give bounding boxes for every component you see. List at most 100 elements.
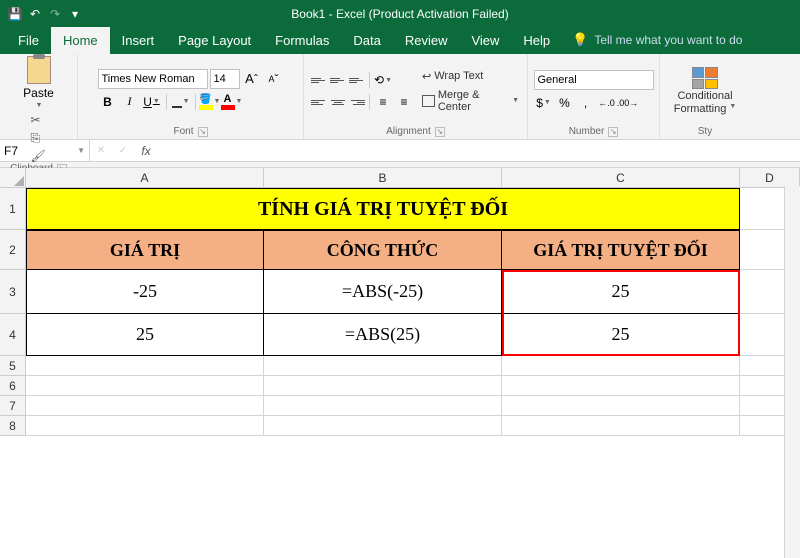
cut-button[interactable]: ✂ [31, 113, 47, 127]
tab-review[interactable]: Review [393, 27, 460, 54]
vertical-scrollbar[interactable] [784, 186, 800, 558]
cell-a2[interactable]: GIÁ TRỊ [26, 230, 264, 270]
col-header-a[interactable]: A [26, 168, 264, 188]
name-box-value: F7 [4, 144, 18, 158]
cell-c8[interactable] [502, 416, 740, 436]
row-header-4[interactable]: 4 [0, 314, 26, 356]
align-top-button[interactable] [310, 72, 328, 88]
cell-c5[interactable] [502, 356, 740, 376]
tab-help[interactable]: Help [511, 27, 562, 54]
cell-b3[interactable]: =ABS(-25) [264, 270, 502, 314]
border-icon [172, 96, 182, 108]
chevron-down-icon[interactable]: ▼ [77, 146, 85, 155]
bold-button[interactable]: B [98, 92, 118, 112]
underline-button[interactable]: U▼ [142, 92, 162, 112]
tell-me-search[interactable]: 💡 Tell me what you want to do [572, 32, 742, 54]
font-color-button[interactable]: A▼ [222, 92, 242, 112]
cell-b2[interactable]: CÔNG THỨC [264, 230, 502, 270]
tab-page-layout[interactable]: Page Layout [166, 27, 263, 54]
paste-button[interactable]: Paste ▼ [23, 56, 54, 109]
align-middle-button[interactable] [329, 72, 347, 88]
undo-icon[interactable]: ↶ [28, 7, 42, 21]
borders-button[interactable]: ▼ [171, 92, 191, 112]
wrap-text-label: Wrap Text [434, 70, 483, 82]
row-header-1[interactable]: 1 [0, 188, 26, 230]
group-alignment: ⟲▼ ≡ ≡ ↩ Wrap Text Merge & [304, 54, 528, 139]
cell-c2[interactable]: GIÁ TRỊ TUYỆT ĐỐI [502, 230, 740, 270]
formula-bar[interactable] [158, 140, 800, 161]
paste-icon [27, 56, 51, 84]
shrink-font-button[interactable]: Aˇ [264, 69, 284, 89]
increase-decimal-button[interactable]: ←.0 [597, 93, 617, 113]
tab-view[interactable]: View [459, 27, 511, 54]
alignment-group-label: Alignment [386, 126, 430, 137]
cell-a7[interactable] [26, 396, 264, 416]
cell-b8[interactable] [264, 416, 502, 436]
cell-c6[interactable] [502, 376, 740, 396]
wrap-text-button[interactable]: ↩ Wrap Text [420, 69, 521, 84]
align-bottom-button[interactable] [348, 72, 366, 88]
col-header-b[interactable]: B [264, 168, 502, 188]
decrease-indent-button[interactable]: ≡ [373, 92, 393, 112]
conditional-formatting-icon [692, 67, 718, 89]
font-name-select[interactable] [98, 69, 208, 89]
number-format-select[interactable] [534, 70, 654, 90]
merge-icon [422, 95, 435, 107]
row-header-3[interactable]: 3 [0, 270, 26, 314]
enter-formula-button[interactable]: ✓ [112, 140, 134, 161]
cell-a5[interactable] [26, 356, 264, 376]
alignment-launcher[interactable]: ↘ [435, 127, 445, 137]
cell-a6[interactable] [26, 376, 264, 396]
align-right-button[interactable] [348, 94, 366, 110]
cell-c7[interactable] [502, 396, 740, 416]
cell-a8[interactable] [26, 416, 264, 436]
col-header-c[interactable]: C [502, 168, 740, 188]
decrease-decimal-button[interactable]: .00→ [618, 93, 638, 113]
cell-c4[interactable]: 25 [502, 314, 740, 356]
cell-b6[interactable] [264, 376, 502, 396]
font-size-select[interactable] [210, 69, 240, 89]
number-launcher[interactable]: ↘ [608, 127, 618, 137]
chevron-down-icon: ▼ [512, 97, 519, 104]
currency-button[interactable]: $▼ [534, 93, 554, 113]
comma-button[interactable]: , [576, 93, 596, 113]
cell-c3[interactable]: 25 [502, 270, 740, 314]
tab-data[interactable]: Data [341, 27, 392, 54]
tab-insert[interactable]: Insert [110, 27, 167, 54]
name-box[interactable]: F7 ▼ [0, 140, 90, 161]
cell-a1-merged-title[interactable]: TÍNH GIÁ TRỊ TUYỆT ĐỐI [26, 188, 740, 230]
column-headers: A B C D [0, 168, 800, 188]
align-left-button[interactable] [310, 94, 328, 110]
redo-icon[interactable]: ↷ [48, 7, 62, 21]
row-header-2[interactable]: 2 [0, 230, 26, 270]
cell-b7[interactable] [264, 396, 502, 416]
merge-center-button[interactable]: Merge & Center ▼ [420, 88, 521, 114]
row-header-6[interactable]: 6 [0, 376, 26, 396]
row-header-7[interactable]: 7 [0, 396, 26, 416]
row-header-5[interactable]: 5 [0, 356, 26, 376]
tab-formulas[interactable]: Formulas [263, 27, 341, 54]
save-icon[interactable]: 💾 [8, 7, 22, 21]
tab-file[interactable]: File [6, 27, 51, 54]
tab-home[interactable]: Home [51, 27, 110, 54]
conditional-formatting-button[interactable]: Conditional Formatting▼ [674, 67, 737, 115]
cancel-formula-button[interactable]: ✕ [90, 140, 112, 161]
cell-a4[interactable]: 25 [26, 314, 264, 356]
grow-font-button[interactable]: Aˆ [242, 69, 262, 89]
align-center-button[interactable] [329, 94, 347, 110]
font-launcher[interactable]: ↘ [198, 127, 208, 137]
qat-dropdown-icon[interactable]: ▾ [68, 7, 82, 21]
cell-b5[interactable] [264, 356, 502, 376]
insert-function-button[interactable]: fx [134, 140, 158, 161]
cell-a3[interactable]: -25 [26, 270, 264, 314]
orientation-button[interactable]: ⟲▼ [373, 70, 393, 90]
percent-button[interactable]: % [555, 93, 575, 113]
merge-center-label: Merge & Center [438, 89, 508, 113]
fill-color-button[interactable]: 🪣▼ [200, 92, 220, 112]
cell-b4[interactable]: =ABS(25) [264, 314, 502, 356]
select-all-button[interactable] [0, 168, 26, 188]
increase-indent-button[interactable]: ≡ [394, 92, 414, 112]
col-header-d[interactable]: D [740, 168, 800, 188]
row-header-8[interactable]: 8 [0, 416, 26, 436]
italic-button[interactable]: I [120, 92, 140, 112]
